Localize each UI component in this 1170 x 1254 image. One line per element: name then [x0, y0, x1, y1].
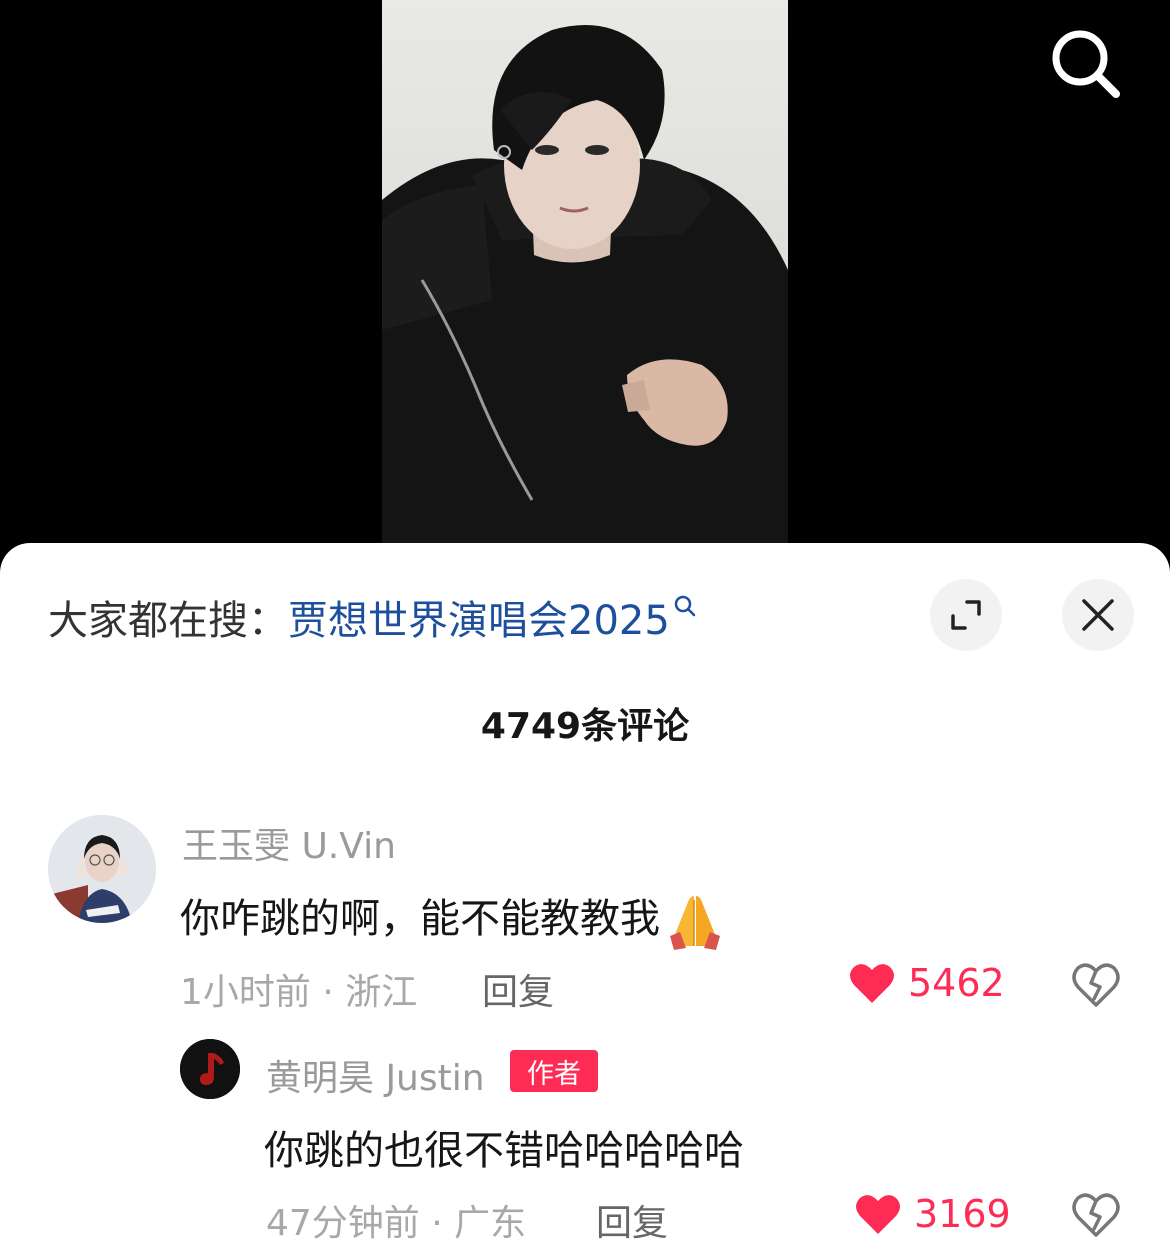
like-count: 3169 [914, 1192, 1011, 1236]
comment-meta: 1小时前 · 浙江 [180, 972, 418, 1013]
video-player[interactable] [382, 0, 788, 560]
close-icon [1082, 599, 1114, 631]
expand-icon [951, 600, 981, 630]
avatar-image [180, 1039, 240, 1099]
dislike-button[interactable] [1070, 959, 1122, 1011]
search-icon [1052, 30, 1120, 98]
dislike-button[interactable] [1070, 1189, 1122, 1241]
comment-meta: 47分钟前 · 广东 [266, 1203, 527, 1244]
comment-username[interactable]: 黄明昊 Justin [266, 1049, 485, 1101]
like-button[interactable]: 3169 [854, 1192, 1011, 1236]
comment-text-body: 你咋跳的啊，能不能教教我 [180, 896, 660, 942]
hot-search-row: 大家都在搜： 贾想世界演唱会2025 [48, 587, 698, 647]
video-frame-person [382, 25, 788, 560]
like-count: 5462 [908, 961, 1005, 1005]
author-badge: 作者 [510, 1050, 598, 1092]
reply-button[interactable]: 回复 [596, 1194, 668, 1246]
like-button[interactable]: 5462 [848, 961, 1005, 1005]
reply-button[interactable]: 回复 [482, 963, 554, 1015]
comment-count-title: 4749条评论 [480, 706, 690, 747]
heart-icon [850, 964, 894, 1003]
heart-icon [856, 1195, 900, 1234]
comment-text: 你咋跳的啊，能不能教教我 [180, 886, 726, 950]
comments-sheet: 大家都在搜： 贾想世界演唱会2025 4749条评论 王玉雯 U.Vin 你咋跳… [0, 543, 1170, 1254]
app-screen: 大家都在搜： 贾想世界演唱会2025 4749条评论 王玉雯 U.Vin 你咋跳… [0, 0, 1170, 1254]
comment-text: 你跳的也很不错哈哈哈哈哈 [264, 1128, 744, 1174]
avatar[interactable] [180, 1039, 240, 1099]
broken-heart-icon [1072, 963, 1120, 1007]
folded-hands-icon [670, 896, 720, 950]
hot-search-label: 大家都在搜： [48, 598, 288, 644]
comment-username[interactable]: 王玉雯 U.Vin [182, 817, 396, 869]
hot-search-link[interactable]: 贾想世界演唱会2025 [288, 588, 670, 646]
search-button[interactable] [1048, 26, 1124, 102]
broken-heart-icon [1072, 1193, 1120, 1237]
close-button[interactable] [1062, 579, 1134, 651]
avatar-image [48, 815, 156, 923]
search-small-icon [674, 595, 696, 617]
expand-button[interactable] [930, 579, 1002, 651]
avatar[interactable] [48, 815, 156, 923]
